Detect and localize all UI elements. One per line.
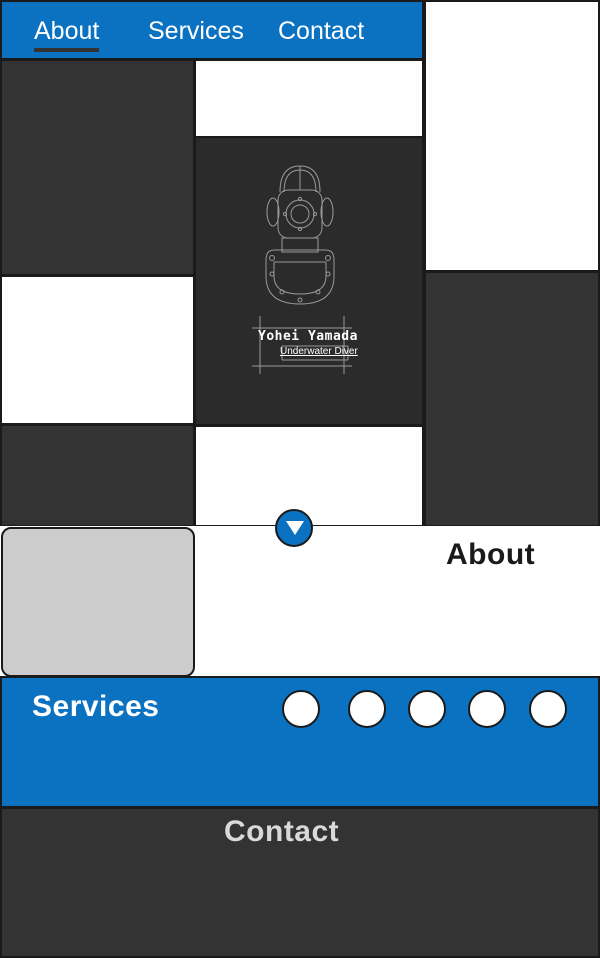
hero-tile <box>0 424 195 527</box>
about-heading: About <box>446 538 536 571</box>
contact-heading: Contact <box>224 815 340 848</box>
hero-tile <box>194 425 424 527</box>
hero-logo-panel <box>194 136 424 426</box>
service-circle-button-3[interactable] <box>408 690 446 728</box>
services-heading: Services <box>32 690 160 723</box>
hero-tile <box>0 59 195 276</box>
hero-tile <box>424 0 600 272</box>
logo-tagline-text: Underwater Diver <box>280 346 358 357</box>
logo-name-text: Yohei Yamada <box>258 329 358 344</box>
down-triangle-icon <box>286 521 304 535</box>
nav-link-services[interactable]: Services <box>148 16 244 46</box>
top-nav-bar: About Services Contact <box>0 0 424 60</box>
service-circle-button-2[interactable] <box>348 690 386 728</box>
hero-tile <box>0 275 195 425</box>
nav-link-about[interactable]: About <box>34 16 100 52</box>
service-circle-button-4[interactable] <box>468 690 506 728</box>
about-image-placeholder <box>1 527 195 677</box>
service-circle-button-5[interactable] <box>529 690 567 728</box>
scroll-down-button[interactable] <box>275 509 313 547</box>
diving-helmet-icon <box>262 165 338 329</box>
nav-link-contact[interactable]: Contact <box>278 16 364 46</box>
hero-tile <box>424 271 600 527</box>
service-circle-button-1[interactable] <box>282 690 320 728</box>
hero-tile <box>194 59 424 138</box>
